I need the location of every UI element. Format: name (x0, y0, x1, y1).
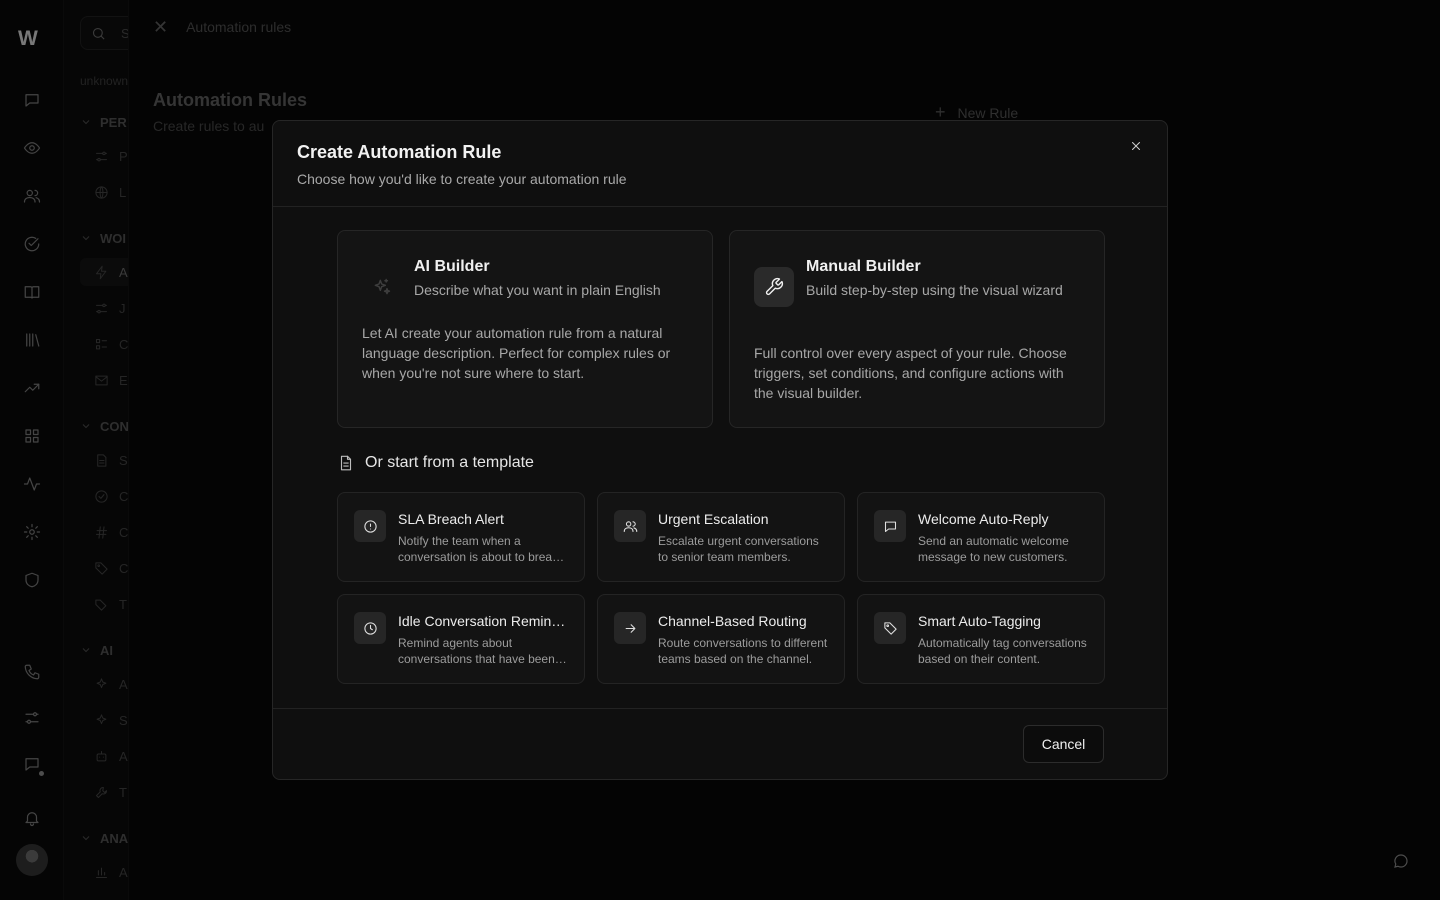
modal-title: Create Automation Rule (297, 142, 502, 162)
ai-builder-title: AI Builder (414, 258, 490, 275)
divider (273, 206, 1167, 207)
manual-builder-subtitle: Build step-by-step using the visual wiza… (806, 282, 1063, 298)
templates-heading: Or start from a template (337, 454, 534, 472)
template-description: Route conversations to different teams b… (658, 636, 828, 666)
cancel-button[interactable]: Cancel (1023, 725, 1104, 763)
template-title: Channel-Based Routing (658, 613, 807, 629)
template-title: Smart Auto-Tagging (918, 613, 1041, 629)
file-text-icon (340, 455, 352, 471)
template-welcome-auto-reply[interactable]: Welcome Auto-Reply Send an automatic wel… (857, 492, 1105, 582)
ai-builder-card[interactable]: AI Builder Describe what you want in pla… (337, 230, 713, 428)
template-smart-auto-tagging[interactable]: Smart Auto-Tagging Automatically tag con… (857, 594, 1105, 684)
template-idle-conversation-reminder[interactable]: Idle Conversation Reminder Remind agents… (337, 594, 585, 684)
manual-builder-card[interactable]: Manual Builder Build step-by-step using … (729, 230, 1105, 428)
wrench-icon (754, 267, 794, 307)
template-title: Urgent Escalation (658, 511, 769, 527)
clock-icon (354, 612, 386, 644)
template-description: Send an automatic welcome message to new… (918, 534, 1069, 564)
message-square-icon (874, 510, 906, 542)
template-description: Escalate urgent conversations to senior … (658, 534, 819, 564)
arrow-right-icon (614, 612, 646, 644)
template-channel-based-routing[interactable]: Channel-Based Routing Route conversation… (597, 594, 845, 684)
tag-icon (874, 612, 906, 644)
templates-heading-label: Or start from a template (365, 454, 534, 471)
ai-builder-subtitle: Describe what you want in plain English (414, 282, 661, 298)
template-title: Welcome Auto-Reply (918, 511, 1049, 527)
template-description: Remind agents about conversations that h… (398, 636, 555, 666)
create-rule-modal: Create Automation Rule Choose how you'd … (272, 120, 1168, 780)
template-sla-breach-alert[interactable]: SLA Breach Alert Notify the team when a … (337, 492, 585, 582)
alert-circle-icon (354, 510, 386, 542)
modal-subtitle: Choose how you'd like to create your aut… (297, 171, 627, 187)
template-description: Automatically tag conversations based on… (918, 636, 1087, 666)
template-title: SLA Breach Alert (398, 511, 504, 527)
manual-builder-description: Full control over every aspect of your r… (754, 345, 1067, 401)
app-root: W S unknown PER P L WOI A J C E CON (0, 0, 1440, 900)
ai-builder-description: Let AI create your automation rule from … (362, 325, 671, 381)
users-icon (614, 510, 646, 542)
close-icon[interactable] (1127, 137, 1145, 155)
template-title: Idle Conversation Reminder (398, 613, 570, 629)
manual-builder-title: Manual Builder (806, 258, 921, 275)
divider (273, 708, 1167, 709)
sparkles-icon (362, 267, 402, 307)
template-urgent-escalation[interactable]: Urgent Escalation Escalate urgent conver… (597, 492, 845, 582)
template-description: Notify the team when a conversation is a… (398, 534, 565, 564)
